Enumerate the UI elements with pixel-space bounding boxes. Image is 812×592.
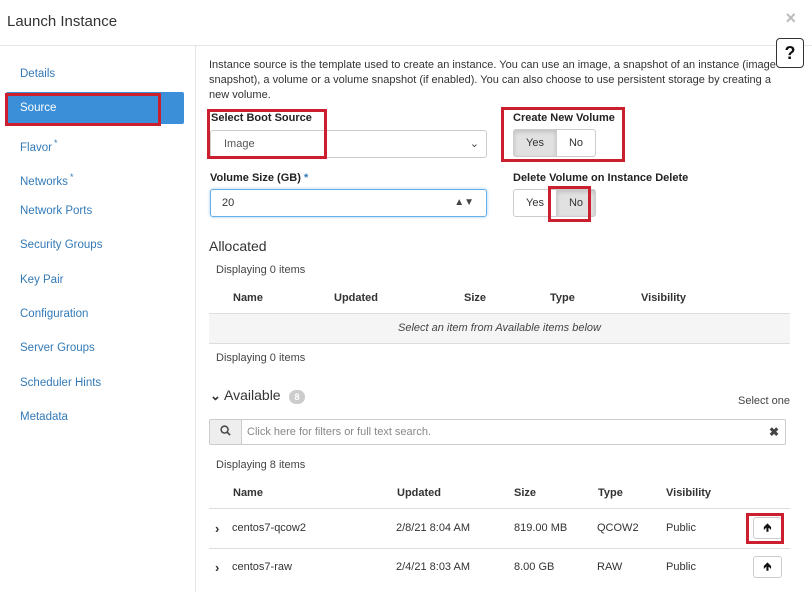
chevron-down-icon: ⌄ — [210, 388, 221, 403]
allocate-up-button[interactable]: 🡹 — [753, 556, 782, 578]
spinner-arrows-icon[interactable]: ▲▼ — [454, 190, 474, 216]
allocated-count-top: Displaying 0 items — [216, 264, 306, 276]
arrow-up-icon: 🡹 — [763, 561, 772, 573]
row-name: centos7-qcow2 — [232, 522, 306, 534]
sidebar-item-scheduler-hints[interactable]: Scheduler Hints — [6, 367, 184, 399]
row-visibility: Public — [666, 522, 696, 534]
boot-source-label: Select Boot Source — [211, 112, 312, 124]
sidebar-item-networks[interactable]: Networks * — [6, 161, 184, 193]
available-toggle[interactable]: ⌄ Available — [210, 387, 281, 404]
divider — [209, 343, 790, 344]
modal-header: Launch Instance × — [0, 0, 812, 46]
allocated-title: Allocated — [209, 238, 267, 254]
sidebar-item-flavor[interactable]: Flavor * — [6, 127, 184, 159]
available-col-visibility: Visibility — [666, 487, 712, 499]
row-type: RAW — [597, 561, 623, 573]
required-marker: * — [69, 172, 74, 182]
allocated-count-bottom: Displaying 0 items — [216, 352, 306, 364]
wizard-sidebar: Details Source Flavor * Networks * Network… — [0, 46, 196, 592]
available-title: Available — [224, 387, 281, 403]
search-icon[interactable] — [210, 420, 242, 444]
boot-source-value: Image — [224, 138, 255, 150]
filter-search: Click here for filters or full text sear… — [209, 419, 786, 445]
sidebar-item-server-groups[interactable]: Server Groups — [6, 332, 184, 364]
available-col-name: Name — [233, 487, 263, 499]
allocated-col-name: Name — [233, 292, 263, 304]
chevron-down-icon: ⌄ — [469, 138, 479, 150]
allocated-col-type: Type — [550, 292, 575, 304]
row-updated: 2/8/21 8:04 AM — [396, 522, 470, 534]
sidebar-item-metadata[interactable]: Metadata — [6, 401, 184, 433]
sidebar-item-key-pair[interactable]: Key Pair — [6, 264, 184, 296]
table-row[interactable]: › centos7-qcow2 2/8/21 8:04 AM 819.00 MB… — [209, 509, 790, 548]
available-col-size: Size — [514, 487, 537, 499]
sidebar-item-source[interactable]: Source — [6, 92, 184, 124]
volume-size-value: 20 — [222, 197, 235, 209]
table-row[interactable]: › centos7-raw 2/4/21 8:03 AM 8.00 GB RAW… — [209, 548, 790, 587]
sidebar-item-security-groups[interactable]: Security Groups — [6, 229, 184, 261]
row-visibility: Public — [666, 561, 696, 573]
available-col-updated: Updated — [397, 487, 441, 499]
chevron-right-icon[interactable]: › — [215, 509, 219, 548]
available-col-type: Type — [598, 487, 623, 499]
create-volume-toggle: Yes No — [513, 129, 597, 157]
delete-volume-label: Delete Volume on Instance Delete — [513, 172, 689, 184]
create-volume-yes-button[interactable]: Yes — [513, 129, 557, 157]
sidebar-item-details[interactable]: Details — [6, 58, 184, 90]
delete-volume-toggle: Yes No — [513, 189, 597, 217]
create-volume-no-button[interactable]: No — [556, 129, 597, 157]
select-one-hint: Select one — [738, 395, 790, 407]
sidebar-item-network-ports[interactable]: Network Ports — [6, 195, 184, 227]
row-size: 8.00 GB — [514, 561, 555, 573]
available-count: Displaying 8 items — [216, 459, 306, 471]
allocate-up-button[interactable]: 🡹 — [753, 517, 782, 539]
volume-size-label: Volume Size (GB) * — [210, 172, 309, 184]
row-type: QCOW2 — [597, 522, 639, 534]
modal-title: Launch Instance — [7, 13, 118, 30]
close-icon[interactable]: × — [785, 8, 796, 29]
delete-volume-no-button[interactable]: No — [556, 189, 597, 217]
search-input[interactable]: Click here for filters or full text sear… — [247, 420, 431, 444]
sidebar-item-configuration[interactable]: Configuration — [6, 298, 184, 330]
row-size: 819.00 MB — [514, 522, 568, 534]
required-marker: * — [53, 138, 58, 148]
create-volume-label: Create New Volume — [513, 112, 615, 124]
boot-source-select[interactable]: Image ⌄ — [210, 130, 487, 158]
row-updated: 2/4/21 8:03 AM — [396, 561, 470, 573]
allocated-col-updated: Updated — [334, 292, 378, 304]
required-marker: * — [303, 172, 309, 184]
allocated-col-size: Size — [464, 292, 487, 304]
clear-icon[interactable]: ✖ — [769, 420, 779, 444]
volume-size-input[interactable]: 20 ▲▼ — [210, 189, 487, 217]
arrow-up-icon: 🡹 — [763, 522, 772, 534]
delete-volume-yes-button[interactable]: Yes — [513, 189, 557, 217]
row-name: centos7-raw — [232, 561, 292, 573]
allocated-empty-message: Select an item from Available items belo… — [209, 314, 790, 343]
chevron-right-icon[interactable]: › — [215, 548, 219, 587]
allocated-col-visibility: Visibility — [641, 292, 687, 304]
available-count-badge: 8 — [289, 390, 305, 404]
source-description: Instance source is the template used to … — [209, 59, 776, 101]
